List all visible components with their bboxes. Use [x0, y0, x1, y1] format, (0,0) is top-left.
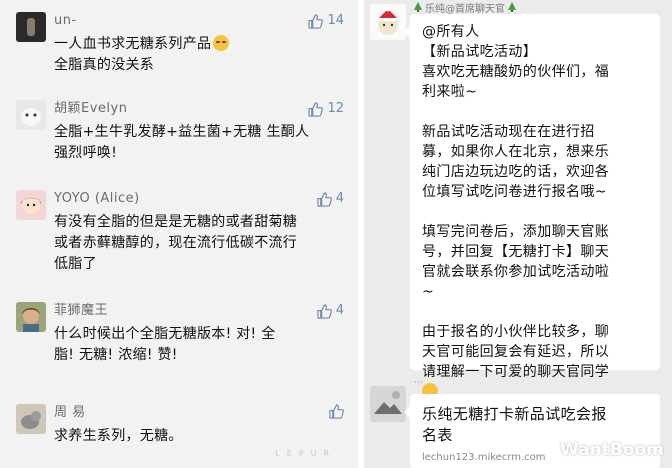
comment-text: 有没有全脂的但是是无糖的或者甜菊糖 或者赤藓糖醇的，现在流行低碳不流行 低脂了	[54, 214, 298, 272]
comment-text: 一人血书求无糖系列产品 全脂真的没关系	[54, 34, 344, 76]
comment-text: 全脂+生牛乳发酵+益生菌+无糖 生酮人 强烈呼唤!	[54, 124, 310, 161]
comment-author[interactable]: 周 易	[54, 404, 86, 422]
comment-author[interactable]: YOYO (Alice)	[54, 190, 140, 208]
like-button[interactable]: 14	[308, 12, 344, 30]
comment-author[interactable]: 菲狮魔王	[54, 302, 108, 320]
comment-text: 求养生系列，无糖。	[54, 428, 183, 444]
avatar[interactable]	[16, 404, 46, 434]
avatar[interactable]	[16, 302, 46, 332]
like-button[interactable]	[329, 404, 344, 419]
like-count: 12	[327, 101, 344, 116]
avatar[interactable]	[16, 12, 46, 42]
like-button[interactable]: 12	[308, 100, 344, 118]
like-button[interactable]: 4	[317, 302, 344, 320]
message-paragraph: @所有人 【新品试吃活动】 喜欢吃无糖酸奶的伙伴们，福 利来啦~	[422, 24, 610, 100]
thumbs-up-icon	[329, 404, 344, 419]
comment-author[interactable]: 胡颖Evelyn	[54, 100, 127, 118]
avatar[interactable]	[370, 4, 406, 40]
like-count: 14	[327, 13, 344, 28]
thumbs-up-icon	[317, 191, 332, 207]
comment-text: 什么时候出个全脂无糖版本! 对! 全 脂! 无糖! 浓缩! 赞!	[54, 326, 276, 363]
like-button[interactable]: 4	[317, 190, 344, 208]
avatar[interactable]	[16, 100, 46, 130]
thumbs-up-icon	[308, 101, 324, 117]
thumbs-up-icon	[317, 303, 332, 319]
comment-list: un- 14 一人血书求无糖系列产品 全脂真的没关系 胡颖Evelyn 12 全…	[0, 0, 358, 468]
message-paragraph: 填写完问卷后，添加聊天官账 号，并回复【无糖打卡】聊天 官就会联系你参加试吃活动…	[422, 224, 610, 300]
message-paragraph: 由于报名的小伙伴比较多，聊 天官可能回复会有延迟，所以 请理解一下可爱的聊天官同…	[422, 322, 648, 402]
christmas-tree-icon	[414, 2, 422, 12]
sender-name: 乐纯@首席聊天官	[414, 0, 516, 15]
message-bubble[interactable]: @所有人 【新品试吃活动】 喜欢吃无糖酸奶的伙伴们，福 利来啦~ 新品试吃活动现…	[404, 14, 660, 399]
like-count: 4	[335, 303, 344, 318]
like-count: 4	[335, 191, 344, 206]
avatar[interactable]	[370, 386, 406, 422]
christmas-tree-icon	[508, 2, 516, 12]
thumbs-up-icon	[308, 13, 324, 29]
comment-author[interactable]: un-	[54, 12, 77, 30]
sender-dots: ···	[414, 378, 423, 388]
watermark: WantBoom	[560, 440, 664, 460]
avatar[interactable]	[16, 190, 46, 220]
link-url: lechun123.mikecrm.com	[422, 452, 546, 463]
chat-panel: 乐纯@首席聊天官 @所有人 【新品试吃活动】 喜欢吃无糖酸奶的伙伴们，福 利来啦…	[364, 0, 672, 468]
sweat-smile-emoji-icon	[213, 35, 230, 51]
message-paragraph: 新品试吃活动现在在进行招 募，如果你人在北京，想来乐 纯门店边玩边吃的话，欢迎各…	[422, 124, 610, 200]
watermark: LEPUR	[275, 449, 336, 458]
